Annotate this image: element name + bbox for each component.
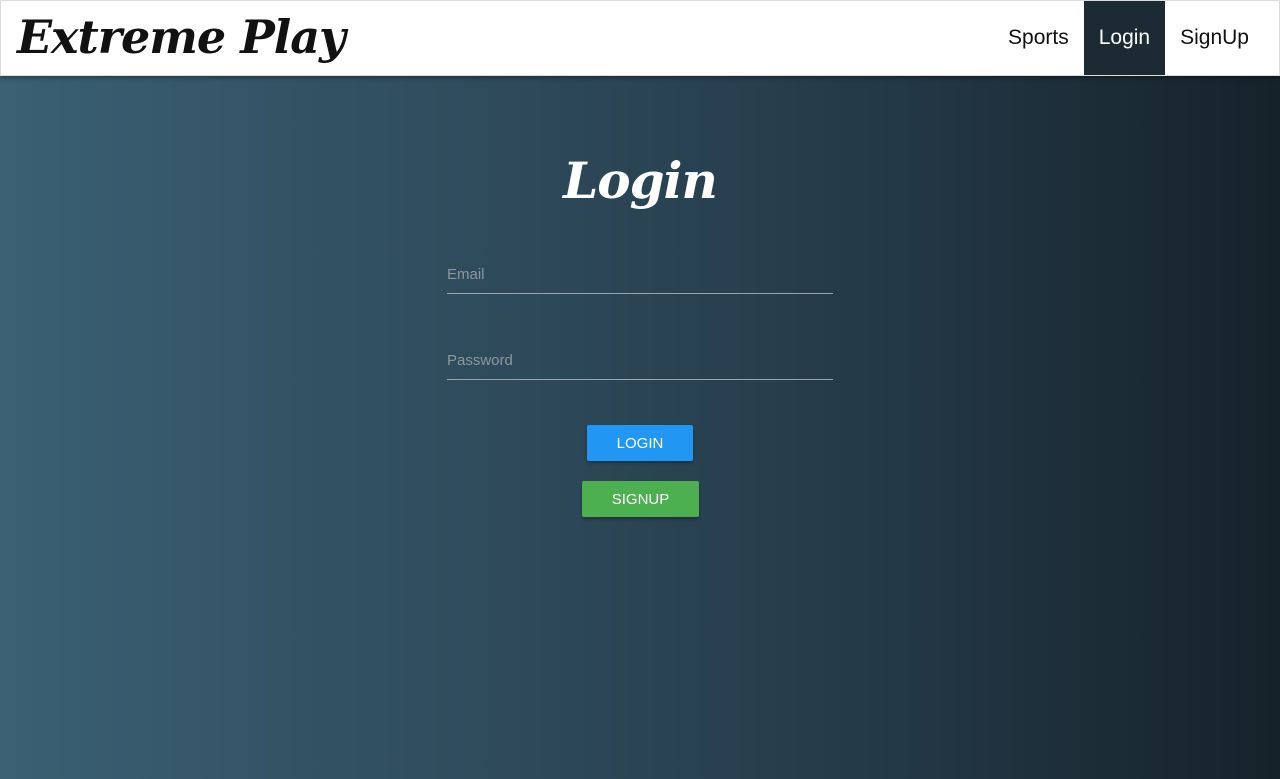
nav-links: Sports Login SignUp bbox=[993, 1, 1264, 75]
nav-link-login[interactable]: Login bbox=[1083, 1, 1166, 75]
login-button[interactable]: LOGIN bbox=[587, 425, 693, 461]
email-field-wrapper bbox=[447, 257, 833, 294]
signup-button[interactable]: SIGNUP bbox=[582, 481, 699, 517]
navbar: Extreme Play Sports Login SignUp bbox=[0, 0, 1280, 76]
email-input[interactable] bbox=[447, 257, 833, 291]
brand-logo[interactable]: Extreme Play bbox=[17, 5, 346, 69]
page-title: Login bbox=[563, 151, 718, 210]
password-input[interactable] bbox=[447, 343, 833, 377]
password-field-wrapper bbox=[447, 343, 833, 380]
nav-link-signup[interactable]: SignUp bbox=[1165, 1, 1264, 75]
nav-link-sports[interactable]: Sports bbox=[993, 1, 1084, 75]
